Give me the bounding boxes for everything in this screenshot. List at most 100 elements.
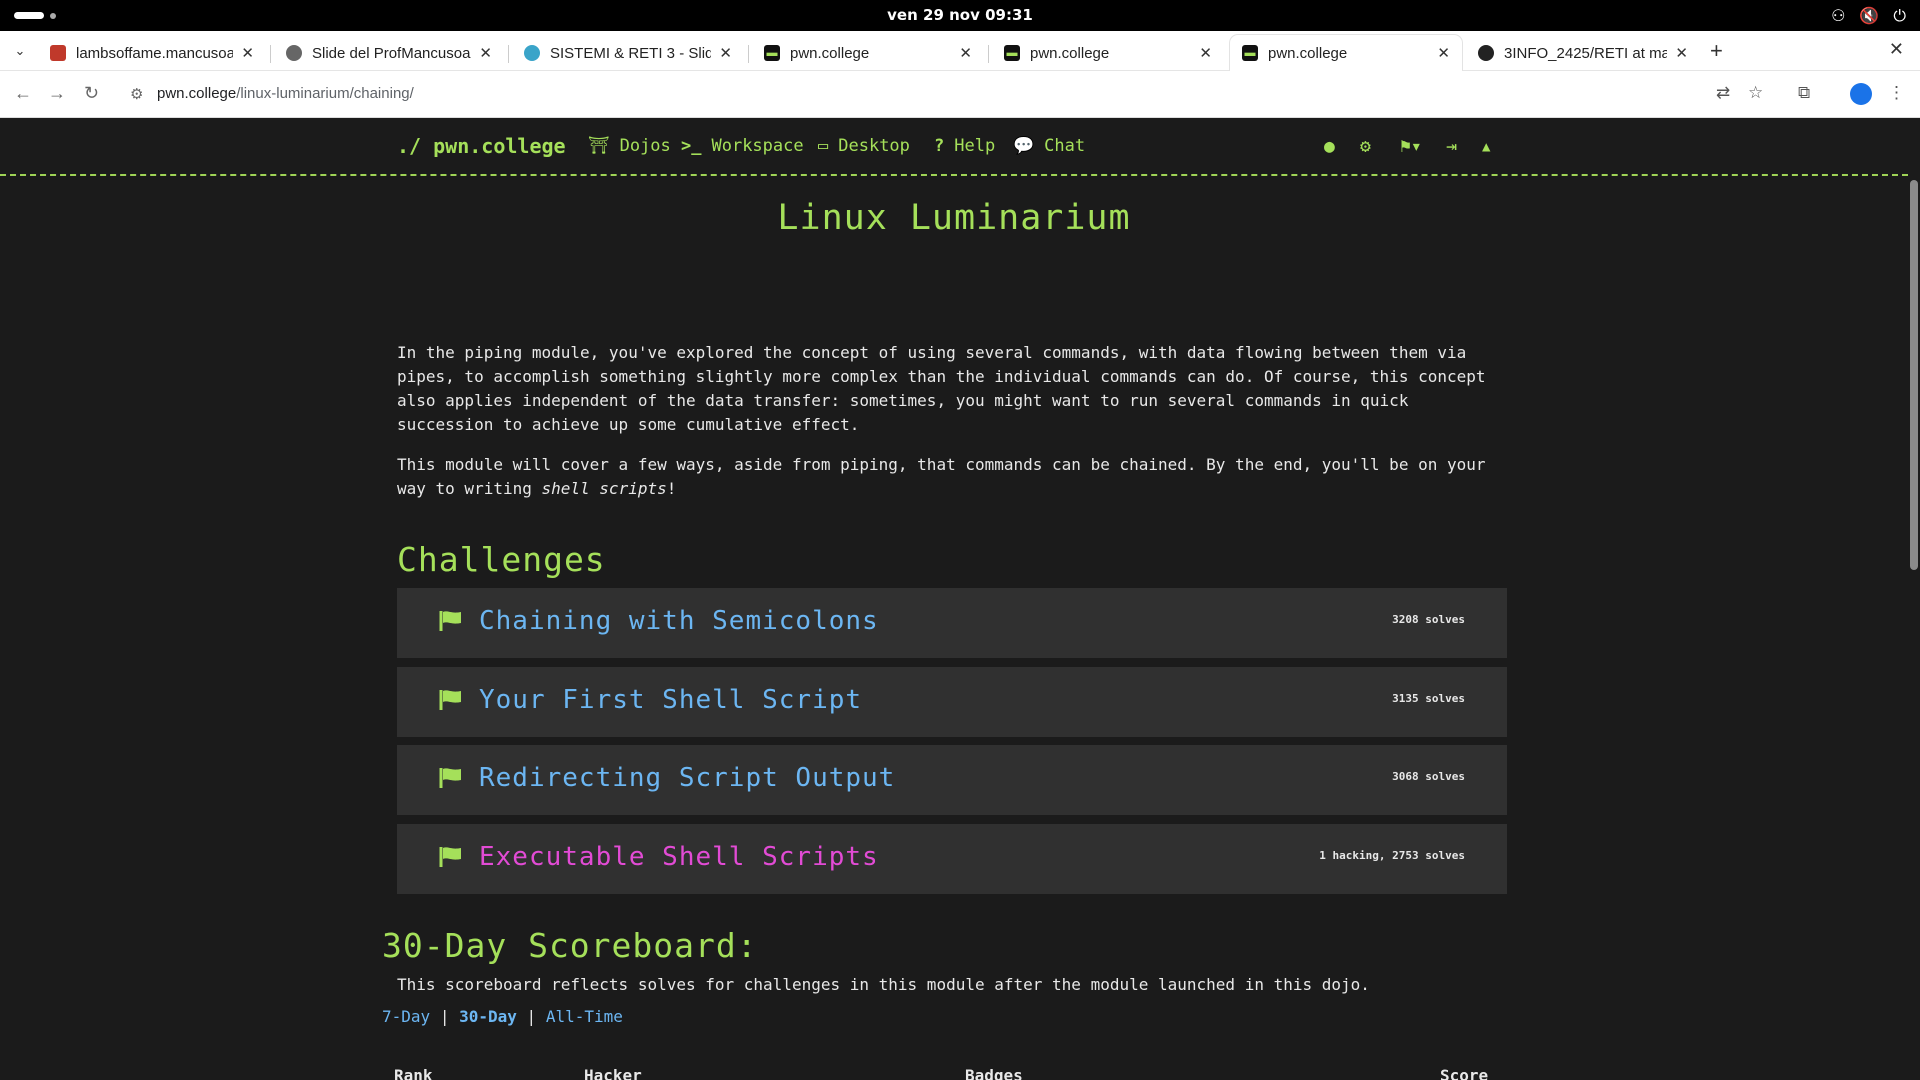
module-description-2: This module will cover a few ways, aside… [397,453,1492,501]
site-brand[interactable]: ./ pwn.college [397,134,566,158]
github-icon [1478,45,1494,61]
challenge-solves: 1 hacking, 2753 solves [1319,849,1465,862]
reload-icon[interactable]: ↻ [84,83,99,104]
scoreboard-period-tabs: 7-Day | 30-Day | All-Time [382,1007,623,1026]
challenge-solves: 3068 solves [1392,770,1465,783]
extensions-icon[interactable]: ⧉ [1798,83,1810,103]
power-icon: ⏻ [1893,6,1906,25]
tab-title: pwn.college [790,44,870,62]
flag-icon [439,768,461,788]
challenge-solves: 3208 solves [1392,613,1465,626]
translate-icon[interactable]: ⇄ [1716,83,1730,103]
challenge-item[interactable]: Executable Shell Scripts 1 hacking, 2753… [397,824,1507,894]
module-description: In the piping module, you've explored th… [397,343,1486,434]
tab-search-icon[interactable]: ⌄ [8,40,32,64]
challenge-name: Your First Shell Script [479,685,863,715]
bookmark-star-icon[interactable]: ☆ [1748,83,1763,103]
logout-icon[interactable]: ⇥ [1446,136,1457,157]
period-all-time[interactable]: All-Time [546,1007,623,1026]
collapse-caret-icon[interactable]: ▲ [1482,139,1490,155]
browser-tab-active[interactable]: ▬ pwn.college ✕ [1230,35,1462,71]
nav-chat[interactable]: 💬 Chat [1013,136,1085,156]
challenge-name: Executable Shell Scripts [479,842,879,872]
new-tab-button[interactable]: + [1710,38,1723,64]
close-icon[interactable]: ✕ [479,44,492,62]
pwn-icon: ▬ [764,45,780,61]
flag-dropdown-icon[interactable]: ⚑▾ [1400,136,1422,157]
url-path: /linux-luminarium/chaining/ [236,85,414,102]
close-icon[interactable]: ✕ [1675,44,1688,62]
url-host: pwn.college [157,85,237,102]
globe-icon [286,45,302,61]
user-icon[interactable]: ● [1324,136,1335,157]
challenge-item[interactable]: Chaining with Semicolons 3208 solves [397,588,1507,658]
nav-label: Desktop [838,136,910,156]
scoreboard-heading: 30-Day Scoreboard: [382,926,758,965]
nav-workspace[interactable]: >_ Workspace [681,136,804,156]
close-icon[interactable]: ✕ [241,44,254,62]
scoreboard-note: This scoreboard reflects solves for chal… [397,975,1370,994]
column-header-badges[interactable]: Badges [965,1066,1023,1080]
menu-kebab-icon[interactable]: ⋮ [1888,83,1905,103]
nav-desktop[interactable]: ▭ Desktop [818,136,910,156]
nav-label: Help [954,136,996,156]
column-header-rank[interactable]: Rank [394,1066,433,1080]
tab-title: pwn.college [1030,44,1110,62]
network-icon: ⚇ [1831,6,1846,25]
settings-icon[interactable]: ⚙ [1360,136,1371,157]
forward-icon[interactable]: → [48,83,66,104]
flag-icon [439,847,461,867]
browser-toolbar: ← → ↻ ⚙ pwn.college/linux-luminarium/cha… [0,71,1920,118]
period-7-day[interactable]: 7-Day [382,1007,430,1026]
clock[interactable]: ven 29 nov 09:31 [0,6,1920,24]
address-bar[interactable]: pwn.college/linux-luminarium/chaining/ [157,85,414,102]
browser-tab[interactable]: Slide del ProfMancusoa ✕ [274,35,504,71]
close-window-icon[interactable]: ✕ [1889,39,1904,60]
challenge-item[interactable]: Redirecting Script Output 3068 solves [397,745,1507,815]
nav-label: Dojos [619,136,671,156]
desktop-icon: ▭ [818,136,829,156]
scrollbar-thumb[interactable] [1910,180,1918,570]
browser-tab[interactable]: ▬ pwn.college ✕ [752,35,984,71]
system-tray[interactable]: ⚇ 🔇 ⏻ [1831,6,1906,26]
challenge-name: Chaining with Semicolons [479,606,879,636]
separator: | [526,1007,537,1026]
column-header-score[interactable]: Score [1440,1066,1488,1080]
challenge-name: Redirecting Script Output [479,763,896,793]
challenges-heading: Challenges [397,540,606,579]
close-icon[interactable]: ✕ [1437,44,1450,62]
chat-icon: 💬 [1013,136,1035,156]
site-navbar: ./ pwn.college ⛩ Dojos >_ Workspace ▭ Deskt… [0,118,1908,176]
pwn-icon: ▬ [1242,45,1258,61]
period-30-day[interactable]: 30-Day [459,1007,517,1026]
browser-tab[interactable]: lambsoffame.mancusoa ✕ [38,35,266,71]
challenge-solves: 3135 solves [1392,692,1465,705]
site-info-icon[interactable]: ⚙ [130,85,143,103]
tab-title: lambsoffame.mancusoa [76,44,234,62]
browser-tab[interactable]: SISTEMI & RETI 3 - Slidev ✕ [512,35,744,71]
module-title: Linux Luminarium [777,198,1131,238]
tab-title: Slide del ProfMancusoa [312,44,471,62]
description-text-end: ! [666,479,677,498]
challenge-item[interactable]: Your First Shell Script 3135 solves [397,667,1507,737]
close-icon[interactable]: ✕ [959,44,972,62]
description-emphasis: shell scripts [541,479,667,498]
nav-dojos[interactable]: ⛩ Dojos [588,136,671,156]
pwn-icon: ▬ [1004,45,1020,61]
page-scrollbar[interactable] [1908,118,1920,1080]
back-icon[interactable]: ← [14,83,32,104]
separator: | [439,1007,450,1026]
browser-tab-strip: ⌄ lambsoffame.mancusoa ✕ Slide del ProfM… [0,31,1920,71]
nav-help[interactable]: ? Help [934,136,995,156]
image-icon [50,45,66,61]
close-icon[interactable]: ✕ [1199,44,1212,62]
os-top-bar: ven 29 nov 09:31 ⚇ 🔇 ⏻ [0,0,1920,31]
column-header-hacker[interactable]: Hacker [584,1066,642,1080]
browser-tab[interactable]: 3INFO_2425/RETI at mai ✕ [1466,35,1700,71]
browser-tab[interactable]: ▬ pwn.college ✕ [992,35,1224,71]
nav-label: Workspace [711,136,804,156]
terminal-icon: >_ [681,136,702,156]
close-icon[interactable]: ✕ [719,44,732,62]
profile-avatar[interactable] [1850,83,1872,105]
tab-title: pwn.college [1268,44,1348,62]
